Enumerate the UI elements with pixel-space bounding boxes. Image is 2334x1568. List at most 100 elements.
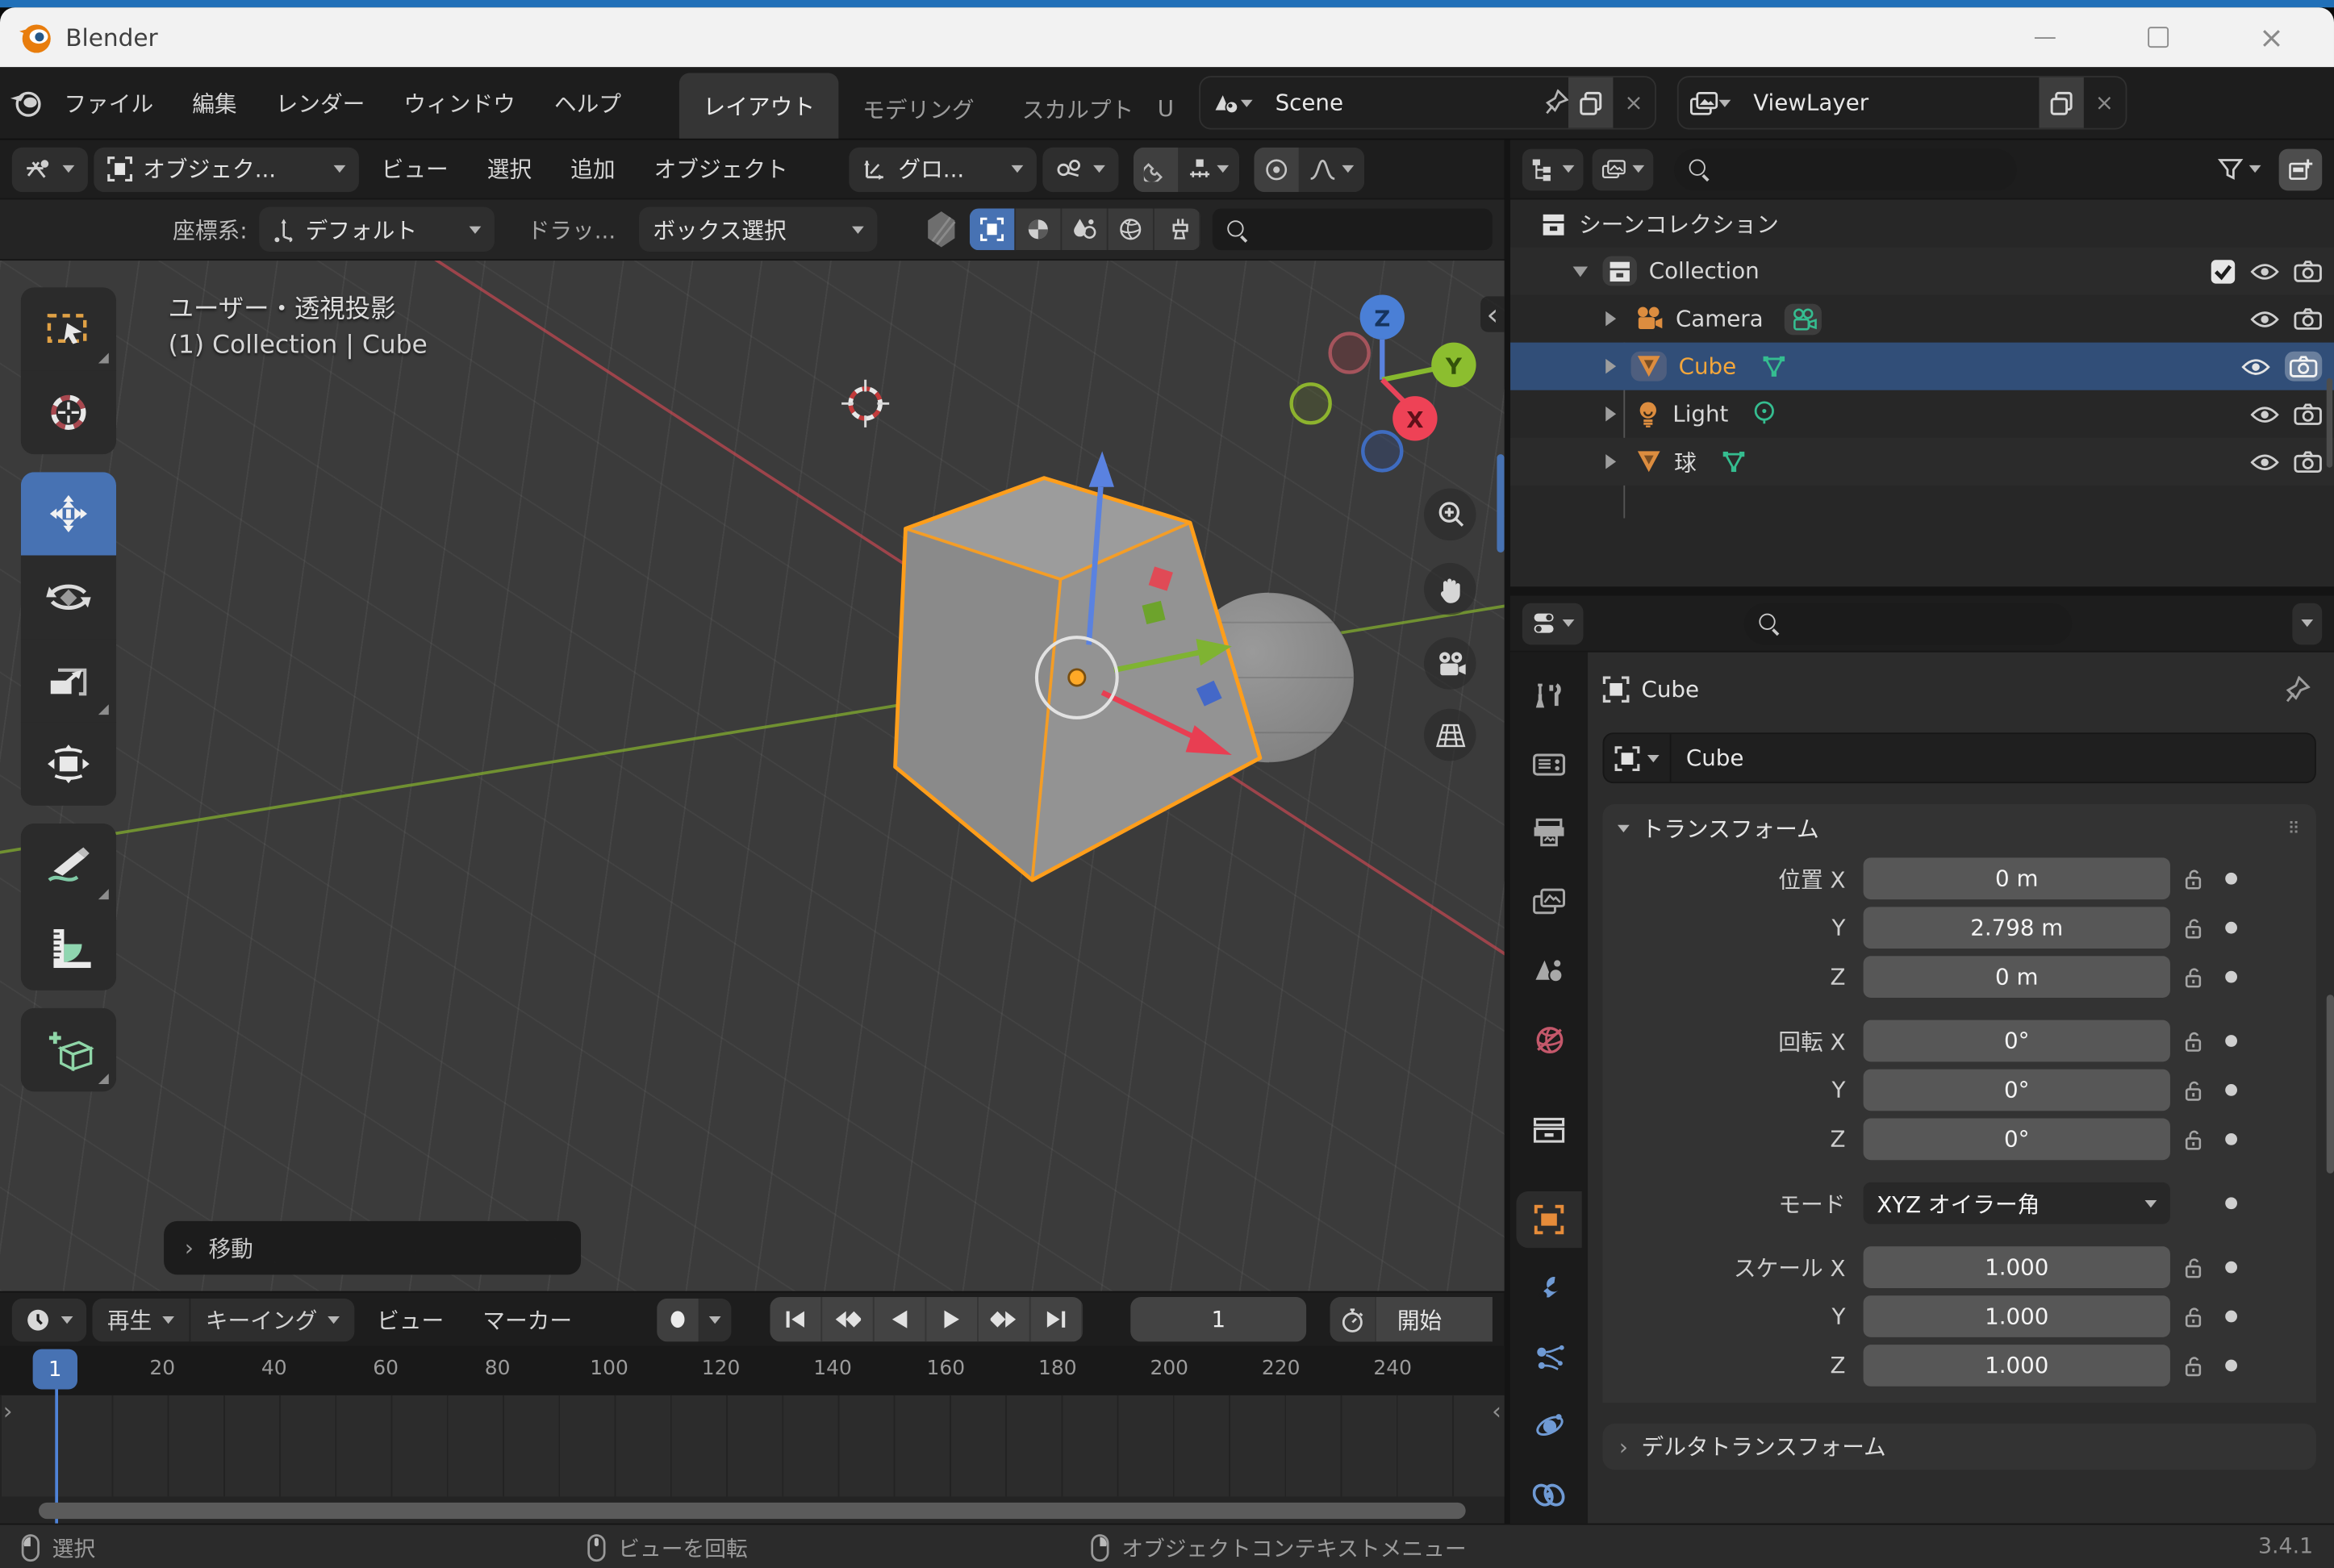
lock-icon[interactable] — [2170, 867, 2215, 890]
rotation-x-input[interactable]: 0° — [1864, 1020, 2170, 1062]
row-light[interactable]: Light — [1510, 390, 2334, 438]
tab-scene[interactable] — [1516, 943, 1581, 999]
row-camera[interactable]: Camera — [1510, 295, 2334, 343]
navigation-gizmo[interactable]: Z Y X — [1278, 285, 1486, 482]
frame-start-field[interactable]: 開始 — [1330, 1297, 1493, 1341]
minimize-button[interactable] — [2030, 23, 2060, 52]
tab-object[interactable] — [1516, 1192, 1581, 1248]
zoom-button[interactable] — [1424, 489, 1476, 541]
lock-icon[interactable] — [2170, 1030, 2215, 1053]
location-y-input[interactable]: 2.798 m — [1864, 907, 2170, 949]
rotation-mode-dropdown[interactable]: XYZ オイラー角 — [1864, 1182, 2170, 1224]
eye-icon[interactable] — [2251, 260, 2279, 282]
viewport-search-input[interactable] — [1213, 208, 1492, 250]
collapse-arrow-icon[interactable] — [1573, 266, 1588, 277]
lock-icon[interactable] — [2170, 1079, 2215, 1102]
tab-render[interactable] — [1516, 736, 1581, 792]
sidebar-collapse-arrow[interactable]: ‹ — [1480, 296, 1505, 332]
menu-help[interactable]: ヘルプ — [535, 67, 641, 139]
lock-icon[interactable] — [2170, 965, 2215, 988]
panel-grip-icon[interactable]: ⠿ — [2288, 818, 2302, 837]
tool-transform[interactable] — [21, 722, 116, 805]
editor-type-button[interactable] — [12, 147, 88, 191]
3d-viewport[interactable]: ユーザー・透視投影 (1) Collection | Cube — [0, 261, 1505, 1291]
timeline-ruler[interactable]: 20 40 60 80 100 120 140 160 180 200 220 … — [0, 1346, 1505, 1395]
transform-panel-header[interactable]: トランスフォーム ⠿ — [1603, 804, 2316, 852]
location-z-input[interactable]: 0 m — [1864, 956, 2170, 998]
shading-paint-button[interactable] — [1154, 208, 1200, 250]
expand-arrow-icon[interactable] — [1605, 311, 1616, 326]
outliner-filter-button[interactable] — [2209, 148, 2270, 190]
outliner-search-input[interactable] — [1674, 148, 2017, 190]
tool-measure[interactable] — [21, 907, 116, 990]
viewlayer-name[interactable]: ViewLayer — [1741, 90, 2038, 116]
rotation-z-input[interactable]: 0° — [1864, 1118, 2170, 1160]
menu-playback[interactable]: 再生 — [92, 1298, 189, 1341]
lock-icon[interactable] — [2170, 1256, 2215, 1278]
expand-arrow-icon[interactable] — [1605, 407, 1616, 421]
object-id-button[interactable] — [1604, 734, 1671, 782]
menu-add[interactable]: 追加 — [554, 153, 632, 185]
timeline-body[interactable]: 20 40 60 80 100 120 140 160 180 200 220 … — [0, 1346, 1505, 1524]
animate-dot[interactable] — [2225, 971, 2237, 983]
camera-toggle-box[interactable] — [2285, 352, 2322, 382]
camera-toggle-icon[interactable] — [2294, 402, 2322, 426]
scale-y-input[interactable]: 1.000 — [1864, 1295, 2170, 1337]
animate-dot[interactable] — [2225, 1133, 2237, 1145]
snap-with-dropdown[interactable] — [1178, 147, 1239, 191]
breadcrumb-object-name[interactable]: Cube — [1642, 676, 1700, 703]
tab-uv-editing-clipped[interactable]: U — [1158, 79, 1182, 139]
shading-solid-button[interactable] — [971, 208, 1017, 250]
tab-view-layer[interactable] — [1516, 874, 1581, 930]
viewport-edge-scrollbar[interactable] — [1497, 454, 1504, 553]
blender-app-menu-icon[interactable] — [9, 88, 44, 118]
pivot-point-button[interactable] — [1042, 147, 1118, 191]
animate-dot[interactable] — [2225, 1197, 2237, 1209]
tab-modifiers[interactable] — [1516, 1261, 1581, 1316]
tab-modeling[interactable]: モデリング — [839, 79, 999, 139]
lock-icon[interactable] — [2170, 1305, 2215, 1328]
outliner-id-filter-button[interactable] — [1593, 148, 1654, 190]
editor-splitter[interactable] — [1510, 586, 2334, 595]
tool-tweak-select[interactable] — [21, 287, 116, 370]
pin-icon[interactable] — [2285, 675, 2310, 703]
snap-toggle[interactable] — [1134, 147, 1178, 191]
expand-arrow-icon[interactable] — [1605, 454, 1616, 469]
scene-browse-button[interactable] — [1200, 77, 1263, 128]
tool-scale[interactable] — [21, 639, 116, 722]
rotation-y-input[interactable]: 0° — [1864, 1070, 2170, 1111]
animate-dot[interactable] — [2225, 922, 2237, 934]
tool-move[interactable] — [21, 472, 116, 555]
pin-icon[interactable] — [1544, 90, 1568, 116]
menu-marker[interactable]: マーカー — [466, 1303, 588, 1335]
scene-name[interactable]: Scene — [1263, 90, 1544, 116]
tab-constraints[interactable] — [1516, 1468, 1581, 1524]
proportional-edit-toggle[interactable] — [1255, 147, 1299, 191]
shading-preview-button[interactable] — [1063, 208, 1109, 250]
timeline-left-arrow[interactable]: › — [3, 1397, 13, 1425]
menu-render[interactable]: レンダー — [257, 67, 385, 139]
jump-to-start-button[interactable] — [770, 1297, 823, 1341]
menu-select[interactable]: 選択 — [470, 153, 548, 185]
shading-rendered-button[interactable] — [1109, 208, 1154, 250]
shading-material-button[interactable] — [1017, 208, 1063, 250]
transform-orientation-dropdown[interactable]: グロ... — [849, 147, 1037, 191]
xray-toggle-icon[interactable] — [925, 210, 958, 248]
properties-options-button[interactable] — [2292, 603, 2322, 644]
close-button[interactable]: × — [2257, 23, 2286, 52]
autokey-record-button[interactable] — [657, 1298, 699, 1341]
tool-annotate[interactable] — [21, 824, 116, 907]
eye-icon[interactable] — [2242, 355, 2270, 377]
eye-icon[interactable] — [2251, 307, 2279, 330]
scene-selector[interactable]: Scene × — [1199, 76, 1656, 129]
timeline-scrollbar[interactable] — [39, 1503, 1466, 1519]
play-reverse-button[interactable] — [875, 1297, 927, 1341]
lock-icon[interactable] — [2170, 916, 2215, 939]
tab-physics[interactable] — [1516, 1399, 1581, 1454]
row-scene-collection[interactable]: シーンコレクション — [1510, 199, 2334, 247]
orientation-setting-dropdown[interactable]: デフォルト — [259, 207, 495, 252]
maximize-button[interactable] — [2144, 23, 2173, 52]
timeline-tracks[interactable] — [0, 1395, 1505, 1497]
menu-view[interactable]: ビュー — [365, 153, 465, 185]
object-name-field[interactable]: Cube — [1603, 732, 2316, 783]
